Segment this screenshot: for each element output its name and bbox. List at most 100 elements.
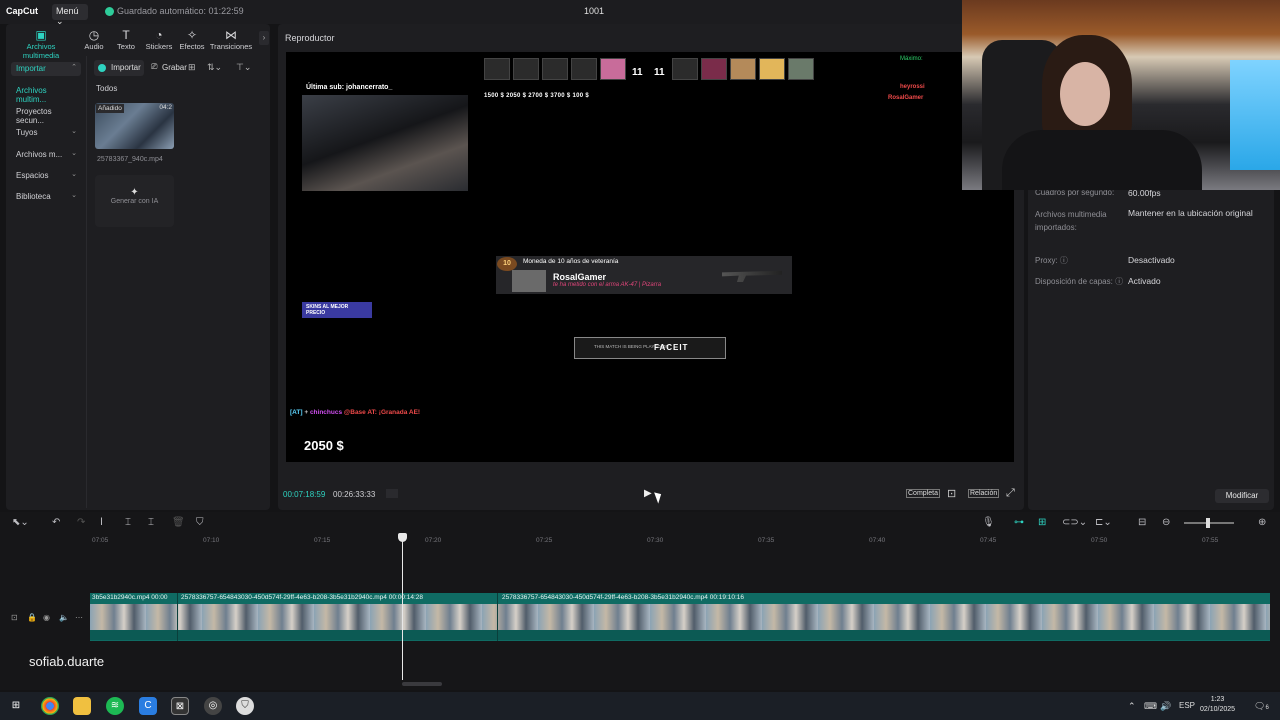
play-icon[interactable]: ▶ [644, 488, 652, 499]
select-tool-icon[interactable]: ⬉⌄ [12, 517, 29, 528]
proxy-value[interactable]: Desactivado [1128, 255, 1175, 265]
import-button[interactable]: Importar [94, 60, 144, 76]
sidebar-item-spaces[interactable]: Espacios ⌄ [11, 169, 81, 183]
clip-divider [497, 593, 498, 641]
tabs-scroll-right-icon[interactable]: › [259, 31, 269, 45]
imported-media-value[interactable]: Mantener en la ubicación original [1128, 208, 1253, 218]
split-right-icon[interactable]: ⌶ [148, 517, 154, 528]
ruler-label: 07:25 [536, 537, 553, 544]
generate-ai-card[interactable]: ✦ Generar con IA [95, 175, 174, 227]
player-card [484, 58, 510, 80]
microphone-icon[interactable]: 🎙 [982, 517, 995, 528]
delete-icon[interactable]: 🗑 [172, 517, 185, 528]
preview-axis-icon[interactable]: ⊏⌄ [1095, 517, 1112, 528]
torso [1002, 130, 1202, 190]
sidebar-item-media[interactable]: Archivos multim... [11, 84, 81, 104]
tab-media[interactable]: ▣ Archivos multimedia [8, 28, 74, 60]
capcut-icon[interactable]: ⊠ [171, 697, 189, 715]
full-quality-button[interactable]: Completa [906, 489, 940, 498]
team-a-score: 11 [632, 67, 643, 78]
chrome-icon[interactable] [41, 697, 59, 715]
team-b-score: 11 [654, 67, 665, 78]
volume-icon[interactable]: 🔊 [1160, 701, 1171, 712]
last-sub-label: Última sub: johancerrato_ [306, 84, 393, 91]
ruler-label: 07:35 [758, 537, 775, 544]
language-indicator[interactable]: ESP [1179, 701, 1195, 710]
tab-transitions[interactable]: ⋈ Transiciones [209, 28, 253, 51]
split-left-icon[interactable]: ⌶ [125, 517, 131, 528]
ratio-button[interactable]: Relación [968, 489, 1000, 498]
cursor-app-icon[interactable]: C [139, 697, 157, 715]
killfeed-entry: heyrossi [900, 84, 925, 90]
layers-value[interactable]: Activado [1128, 276, 1161, 286]
menu-button[interactable]: Menú ⌄ [52, 4, 88, 26]
folder-icon[interactable] [73, 697, 91, 715]
windows-start-icon[interactable]: ⊞ [7, 697, 25, 715]
player-card [542, 58, 568, 80]
playhead-handle[interactable] [398, 533, 407, 542]
zoom-out-icon[interactable]: ⊖ [1162, 517, 1170, 528]
tab-effects[interactable]: ✧ Efectos [170, 28, 214, 51]
eye-icon[interactable]: ◉ [43, 613, 50, 622]
grid-view-icon[interactable]: ⊞ [188, 62, 196, 73]
clock-time: 1:23 [1210, 696, 1225, 703]
player-card [701, 58, 727, 80]
lock-icon[interactable]: 🔒 [27, 613, 37, 622]
speaker-icon[interactable]: 🔈 [59, 613, 69, 622]
sidebar-item-projects[interactable]: Proyectos secun... [11, 105, 81, 125]
undo-icon[interactable]: ↶ [52, 517, 60, 528]
sidebar-item-library[interactable]: Biblioteca ⌄ [11, 190, 81, 204]
player-money: 2050 $ [304, 438, 344, 453]
redo-icon[interactable]: ↷ [77, 517, 85, 528]
network-icon[interactable]: ⌨ [1144, 701, 1157, 712]
zoom-slider-handle[interactable] [1206, 518, 1210, 528]
split-icon[interactable]: Ⅰ [100, 517, 103, 528]
shield-app-icon[interactable]: ⛉ [236, 697, 254, 715]
player-card [672, 58, 698, 80]
caption-icon[interactable]: ⊟ [1138, 517, 1146, 528]
chevron-up-icon: ⌃ [71, 64, 77, 71]
autosave-icon [105, 7, 114, 16]
spotify-icon[interactable]: ≋ [106, 697, 124, 715]
background-monitor [1230, 60, 1280, 170]
app-logo: CapCut [6, 6, 38, 16]
avatar [512, 270, 546, 292]
timeline-scrollbar[interactable] [402, 682, 442, 686]
tab-label: Audio [84, 42, 104, 51]
modify-button[interactable]: Modificar [1215, 489, 1269, 503]
notifications-icon[interactable]: 🗨6 [1254, 701, 1269, 712]
info-icon: ⓘ [1059, 256, 1068, 265]
sidebar-item-media-2[interactable]: Archivos m... ⌄ [11, 148, 81, 162]
stream-webcam-frame [302, 95, 468, 191]
total-time: 00:26:33:33 [333, 490, 376, 499]
streamer-name: sofiab.duarte [29, 654, 105, 669]
playhead[interactable] [402, 534, 403, 680]
snapshot-icon[interactable]: ⊡ [947, 487, 956, 500]
sidebar-item-label: Archivos multim... [16, 86, 47, 104]
track-cover-icon[interactable]: ⊡ [11, 613, 18, 622]
sort-icon[interactable]: ⇅⌄ [207, 62, 222, 73]
magnet-icon[interactable]: ⊶ [1014, 517, 1024, 528]
fullscreen-icon[interactable]: ⤢ [1006, 487, 1015, 500]
max-label: Máximo: [900, 56, 923, 62]
media-filename: 25783367_940c.mp4 [97, 156, 163, 163]
obs-icon[interactable]: ◎ [204, 697, 222, 715]
link-icon[interactable]: ⊞ [1038, 517, 1046, 528]
tray-expand-icon[interactable]: ⌃ [1128, 701, 1136, 712]
tab-label: Texto [117, 42, 135, 51]
timecode-toggle[interactable] [386, 489, 398, 498]
zoom-in-icon[interactable]: ⊕ [1258, 517, 1266, 528]
record-button[interactable]: ⎚ Grabar [148, 60, 187, 76]
sidebar-item-import[interactable]: Importar ⌃ [11, 62, 81, 76]
sidebar-item-yours[interactable]: Tuyos ⌄ [11, 126, 81, 140]
more-icon[interactable]: ⋯ [75, 613, 83, 622]
clock[interactable]: 1:23 02/10/2025 [1200, 695, 1235, 715]
chat-message: @Base AT: ¡Granada AE! [343, 409, 421, 416]
veteran-title: Moneda de 10 años de veteranía [523, 258, 619, 265]
chain-icon[interactable]: ⊂⊃⌄ [1062, 517, 1087, 528]
media-thumbnail[interactable]: Añadido 04:2 [95, 103, 174, 149]
filter-icon[interactable]: ⊤⌄ [236, 62, 251, 73]
shield-icon[interactable]: ⛉ [196, 517, 204, 528]
ruler-label: 07:30 [647, 537, 664, 544]
sidebar-item-label: Biblioteca [16, 192, 51, 201]
